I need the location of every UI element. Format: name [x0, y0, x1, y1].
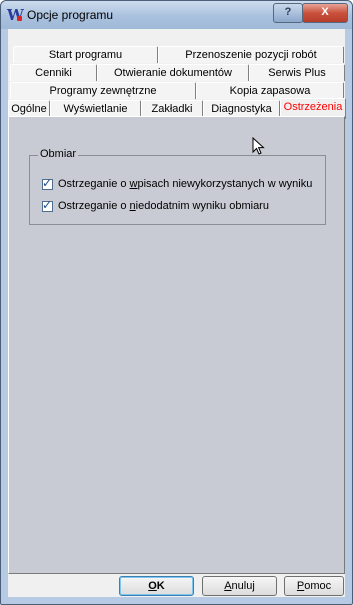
- tab-zakladki[interactable]: Zakładki: [141, 100, 203, 117]
- tab-kopia-zapasowa[interactable]: Kopia zapasowa: [196, 82, 344, 99]
- obmiar-group-title: Obmiar: [38, 148, 79, 160]
- tab-panel-ostrzezenia: Obmiar ✓ Ostrzeganie o wpisach niewykorz…: [8, 116, 345, 574]
- tab-przenoszenie-pozycji[interactable]: Przenoszenie pozycji robót: [158, 46, 344, 63]
- option-wpisy-niewykorzystane[interactable]: ✓ Ostrzeganie o wpisach niewykorzystanyc…: [42, 175, 313, 191]
- tab-cenniki[interactable]: Cenniki: [10, 64, 97, 81]
- help-title-button[interactable]: ?: [273, 3, 303, 23]
- dialog-client-area: Start programu Przenoszenie pozycji robó…: [8, 29, 346, 597]
- obmiar-groupbox: Obmiar ✓ Ostrzeganie o wpisach niewykorz…: [29, 148, 326, 225]
- cancel-button[interactable]: Anuluj: [202, 576, 277, 596]
- tab-programy-zewnetrzne[interactable]: Programy zewnętrzne: [10, 82, 196, 99]
- mouse-pointer-icon: [252, 137, 265, 155]
- dialog-button-bar: OK Anuluj Pomoc: [8, 576, 345, 597]
- title-bar[interactable]: W Opcje programu ? X: [1, 1, 352, 29]
- tab-diagnostyka[interactable]: Diagnostyka: [203, 100, 280, 117]
- checkbox-niedodatni-wynik[interactable]: ✓: [42, 197, 53, 212]
- tab-wyswietlanie[interactable]: Wyświetlanie: [50, 100, 141, 117]
- checkmark-icon: ✓: [42, 175, 53, 190]
- close-button[interactable]: X: [302, 3, 348, 23]
- tab-otwieranie-dokumentow[interactable]: Otwieranie dokumentów: [97, 64, 249, 81]
- tab-serwis-plus[interactable]: Serwis Plus: [249, 64, 345, 81]
- options-dialog: W Opcje programu ? X Start programu Prze…: [0, 0, 353, 605]
- window-title: Opcje programu: [27, 8, 114, 22]
- ok-button[interactable]: OK: [119, 576, 194, 596]
- option-label-1: Ostrzeganie o wpisach niewykorzystanych …: [58, 178, 313, 190]
- tab-ogolne[interactable]: Ogólne: [8, 100, 50, 117]
- tab-start-programu[interactable]: Start programu: [13, 46, 158, 63]
- checkbox-wpisy-niewykorzystane[interactable]: ✓: [42, 175, 53, 190]
- program-logo-icon: W: [7, 6, 24, 24]
- option-label-2: Ostrzeganie o niedodatnim wyniku obmiaru: [58, 200, 269, 212]
- help-button[interactable]: Pomoc: [284, 576, 344, 596]
- checkmark-icon: ✓: [42, 197, 53, 212]
- option-niedodatni-wynik[interactable]: ✓ Ostrzeganie o niedodatnim wyniku obmia…: [42, 197, 269, 213]
